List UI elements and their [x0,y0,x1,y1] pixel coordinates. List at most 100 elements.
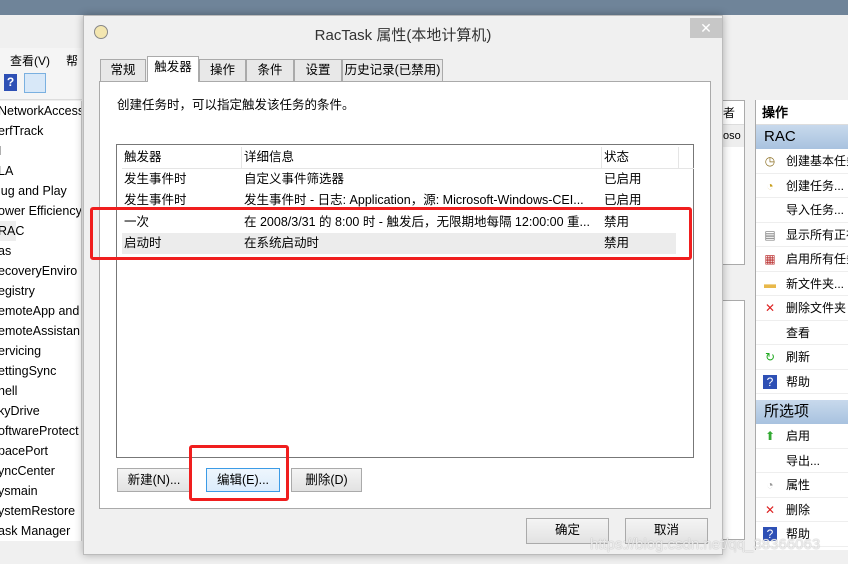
tab-conditions[interactable]: 条件 [246,59,294,81]
action-label: 创建任务... [786,178,845,193]
action-item[interactable]: ✕ 删除 [756,498,848,522]
action-item[interactable]: ⬆ 启用 [756,424,848,449]
tab-settings[interactable]: 设置 [294,59,342,81]
enable-history-icon: ▦ [764,252,776,266]
action-item[interactable]: ↻ 刷新 [756,345,848,370]
tree-item[interactable]: lug and Play [0,181,81,201]
tree-item[interactable]: I [0,141,81,161]
enable-arrow-icon: ⬆ [764,429,776,443]
task-list-pane: 者 oso [722,100,745,265]
action-item[interactable]: 导入任务... [756,198,848,223]
tree-item[interactable]: NetworkAccess [0,101,81,121]
folder-tree[interactable]: NetworkAccesserfTrackILAlug and Playower… [0,101,82,541]
action-item[interactable]: ▤ 显示所有正在运行的任务 [756,223,848,247]
table-row[interactable]: 发生事件时 自定义事件筛选器 已启用 [122,169,676,190]
actions-section-rac[interactable]: RAC [756,125,848,149]
action-item[interactable]: ▬ 新文件夹... [756,272,848,296]
action-label: 删除文件夹 [786,301,847,315]
action-label: 帮助 [786,374,811,389]
tree-item[interactable]: ysmain [0,481,81,501]
tab-triggers[interactable]: 触发器 [147,56,199,82]
create-task-icon: ◔ [766,178,774,193]
create-basic-task-icon: ◷ [764,154,776,168]
action-label: 新文件夹... [786,276,845,291]
help-icon: ? [763,374,777,389]
dialog-title: RacTask 属性(本地计算机) [314,27,492,44]
highlight-box-edit [189,445,289,501]
show-pane-icon[interactable] [24,73,46,93]
action-label: 删除 [786,502,811,517]
tree-item[interactable]: emoteApp and [0,301,81,321]
help-icon[interactable]: ? [4,74,17,91]
title-bar[interactable]: RacTask 属性(本地计算机) ✕ [84,16,722,49]
tree-item[interactable]: yncCenter [0,461,81,481]
action-item[interactable]: 导出... [756,449,848,473]
close-button[interactable]: ✕ [690,18,722,38]
delete-icon: ✕ [764,301,776,315]
tree-item[interactable]: oftwareProtect [0,421,81,441]
tree-item[interactable]: ecoveryEnviro [0,261,81,281]
list-header: 触发器 详细信息 状态 [122,147,694,169]
tree-item[interactable]: ask Manager [0,521,81,541]
tree-item[interactable]: emoteAssistan [0,321,81,341]
menu-view[interactable]: 查看(V) [10,52,50,69]
new-folder-icon: ▬ [764,276,776,291]
action-label: 查看 [786,325,811,340]
tree-item[interactable]: pacePort [0,441,81,461]
action-label: 导入任务... [786,203,845,217]
tree-item[interactable]: RAC [0,221,24,241]
refresh-icon: ↻ [764,350,776,364]
tree-item[interactable]: egistry [0,281,81,301]
tree-item[interactable]: ower Efficiency [0,201,81,221]
tree-item[interactable]: erfTrack [0,121,81,141]
desktop-background [0,0,848,15]
action-item[interactable]: 查看 [756,321,848,345]
action-item[interactable]: ◷ 创建基本任务... [756,149,848,174]
column-trigger[interactable]: 触发器 [124,147,242,169]
action-item[interactable]: ◔ 属性 [756,473,848,498]
new-button[interactable]: 新建(N)... [117,468,191,492]
properties-dialog: RacTask 属性(本地计算机) ✕ 常规 触发器 操作 条件 设置 历史记录… [83,15,723,555]
tab-actions[interactable]: 操作 [199,59,246,81]
action-item[interactable]: ✕ 删除文件夹 [756,296,848,321]
tree-item[interactable]: hell [0,381,81,401]
action-item[interactable]: ◔ 创建任务... [756,174,848,198]
column-status[interactable]: 状态 [604,147,679,169]
tree-item[interactable]: LA [0,161,81,181]
action-label: 属性 [786,478,811,492]
column-header: 者 [723,101,744,125]
tree-item[interactable]: kyDrive [0,401,81,421]
tree-item[interactable]: ervicing [0,341,81,361]
delete-icon: ✕ [764,502,776,517]
status-cell: 已启用 [604,172,642,186]
tree-item[interactable]: ettingSync [0,361,81,381]
properties-clock-icon: ◔ [766,478,774,492]
menu-bar: 查看(V) 帮助 [0,48,82,85]
action-label: 导出... [786,453,821,468]
task-cell: oso [723,125,744,147]
action-item[interactable]: ? 帮助 [756,370,848,394]
tree-item[interactable]: as [0,241,81,261]
actions-header: 操作 [756,100,848,125]
tab-history[interactable]: 历史记录(已禁用) [342,59,443,81]
trigger-cell: 发生事件时 [124,172,187,186]
action-label: 启用 [786,429,811,443]
tab-general[interactable]: 常规 [100,59,146,81]
actions-section-selected[interactable]: 所选项 [756,400,848,424]
highlight-box-rows [90,207,692,260]
trigger-list[interactable]: 触发器 详细信息 状态 发生事件时 自定义事件筛选器 已启用 发生事件时 发生事件时 -… [116,144,694,458]
delete-button[interactable]: 删除(D) [291,468,362,492]
toolbar: ? [0,70,82,100]
action-label: 创建基本任务... [786,154,848,168]
tree-item[interactable]: ystemRestore [0,501,81,521]
actions-pane: 操作 RAC ◷ 创建基本任务... ◔ 创建任务... 导入任务... ▤ 显示所有正在运… [755,100,848,550]
column-details[interactable]: 详细信息 [244,147,602,169]
description: 创建任务时，可以指定触发该任务的条件。 [117,98,355,112]
action-label: 显示所有正在运行的任务 [786,227,848,242]
watermark: https://blog.csdn.net/qq_38366063 [590,536,821,553]
details-pane [722,300,745,540]
running-tasks-icon: ▤ [764,227,776,242]
details-cell: 自定义事件筛选器 [244,172,345,186]
action-label: 刷新 [786,350,811,364]
action-item[interactable]: ▦ 启用所有任务历史记录 [756,247,848,272]
